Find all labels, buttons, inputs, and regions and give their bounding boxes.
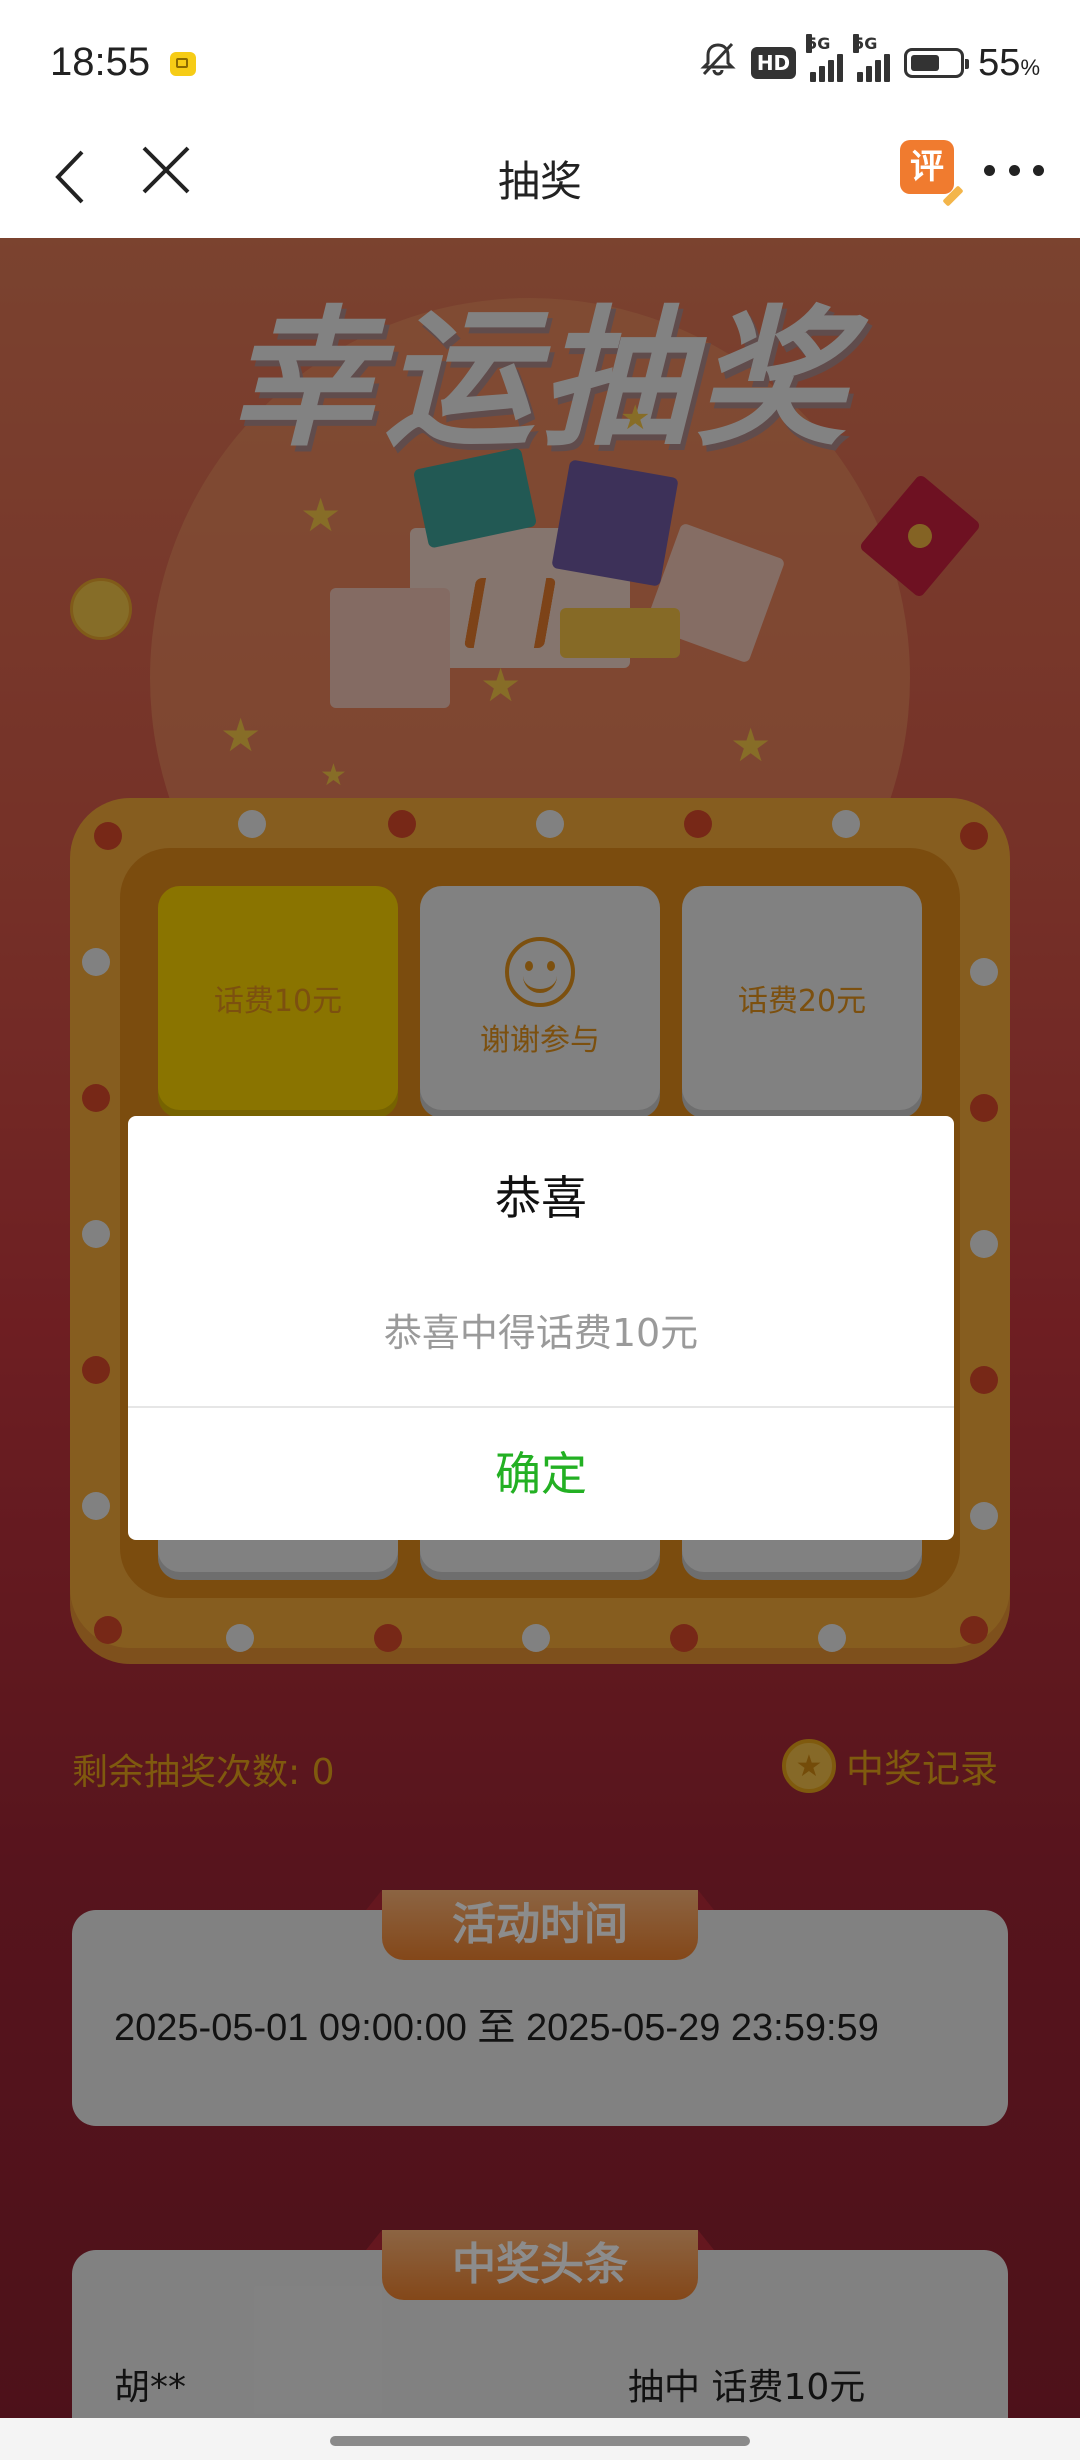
app-notification-icon	[170, 52, 196, 76]
dialog-message: 恭喜中得话费10元	[383, 1311, 699, 1355]
network-type-label: 5G	[806, 34, 831, 53]
status-bar: 18:55 HD 5G 5G 55%	[0, 0, 1080, 120]
battery-percent: 55%	[978, 41, 1040, 84]
status-indicators: HD 5G 5G 55%	[699, 34, 1040, 87]
congrats-dialog: 恭喜 恭喜中得话费10元 确定	[128, 1116, 954, 1540]
battery-icon	[904, 48, 970, 78]
more-icon[interactable]	[984, 160, 1044, 180]
signal-icon: 5G	[853, 34, 891, 82]
home-indicator[interactable]	[330, 2436, 750, 2446]
confirm-button[interactable]: 确定	[128, 1408, 954, 1540]
dialog-title: 恭喜	[495, 1171, 587, 1225]
status-time: 18:55	[50, 40, 151, 84]
review-icon[interactable]: 评	[900, 140, 954, 194]
navigation-bar: 抽奖 评	[0, 120, 1080, 238]
mute-bell-icon	[699, 40, 737, 87]
hd-icon: HD	[750, 47, 797, 79]
signal-icon: 5G	[806, 34, 844, 82]
network-type-label: 5G	[853, 34, 878, 53]
